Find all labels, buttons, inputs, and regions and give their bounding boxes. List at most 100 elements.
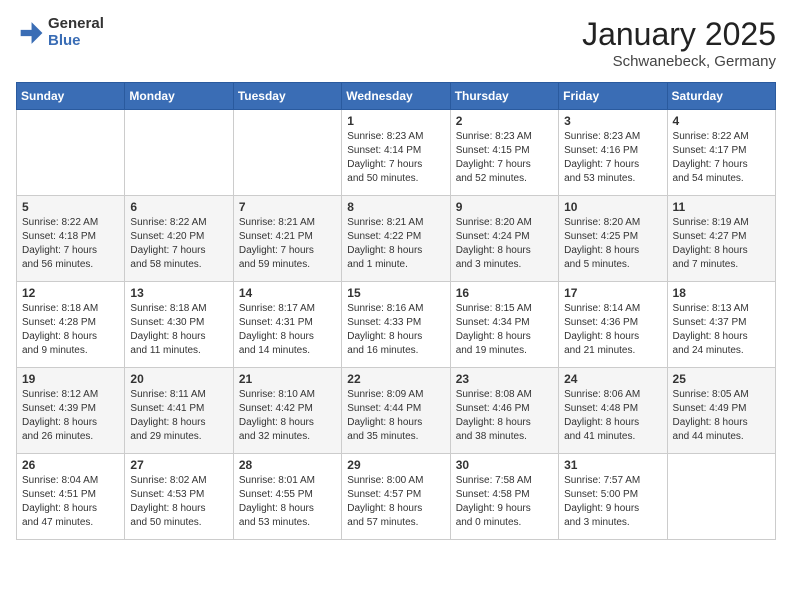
day-number: 29	[347, 458, 444, 472]
day-info: Sunrise: 8:06 AM Sunset: 4:48 PM Dayligh…	[564, 388, 661, 444]
day-number: 17	[564, 286, 661, 300]
weekday-header-friday: Friday	[559, 83, 667, 110]
calendar-cell: 4Sunrise: 8:22 AM Sunset: 4:17 PM Daylig…	[667, 110, 775, 196]
calendar-cell: 24 Sunrise: 8:06 AM Sunset: 4:48 PM Dayli…	[559, 368, 667, 454]
logo-blue-text: Blue	[48, 33, 104, 50]
calendar-cell: 16 Sunrise: 8:15 AM Sunset: 4:34 PM Dayli…	[450, 282, 558, 368]
calendar-cell: 2 Sunrise: 8:23 AM Sunset: 4:15 PM Daylig…	[450, 110, 558, 196]
calendar-cell: 8 Sunrise: 8:21 AM Sunset: 4:22 PM Daylig…	[342, 196, 450, 282]
day-info: Sunrise: 8:22 AM Sunset: 4:18 PM Dayligh…	[22, 216, 119, 272]
day-info: Sunrise: 8:16 AM Sunset: 4:33 PM Dayligh…	[347, 302, 444, 358]
day-number: 23	[456, 372, 553, 386]
day-number: 30	[456, 458, 553, 472]
day-info: Sunrise: 8:12 AM Sunset: 4:39 PM Dayligh…	[22, 388, 119, 444]
day-number: 9	[456, 200, 553, 214]
calendar-cell: 10 Sunrise: 8:20 AM Sunset: 4:25 PM Dayli…	[559, 196, 667, 282]
day-number: 15	[347, 286, 444, 300]
day-info: Sunrise: 8:09 AM Sunset: 4:44 PM Dayligh…	[347, 388, 444, 444]
weekday-header-thursday: Thursday	[450, 83, 558, 110]
calendar-cell: 17 Sunrise: 8:14 AM Sunset: 4:36 PM Dayli…	[559, 282, 667, 368]
calendar-cell: 9 Sunrise: 8:20 AM Sunset: 4:24 PM Daylig…	[450, 196, 558, 282]
day-number: 24	[564, 372, 661, 386]
day-number: 3	[564, 114, 661, 128]
week-row-5: 26 Sunrise: 8:04 AM Sunset: 4:51 PM Dayli…	[17, 454, 776, 540]
calendar-cell	[125, 110, 233, 196]
calendar-cell: 6 Sunrise: 8:22 AM Sunset: 4:20 PM Daylig…	[125, 196, 233, 282]
day-number: 16	[456, 286, 553, 300]
day-number: 18	[673, 286, 770, 300]
calendar-cell: 28 Sunrise: 8:01 AM Sunset: 4:55 PM Dayli…	[233, 454, 341, 540]
day-number: 4	[673, 114, 770, 128]
day-info: Sunrise: 8:23 AM Sunset: 4:15 PM Dayligh…	[456, 130, 553, 186]
day-info: Sunrise: 8:13 AM Sunset: 4:37 PM Dayligh…	[673, 302, 770, 358]
day-number: 7	[239, 200, 336, 214]
calendar-cell: 19Sunrise: 8:12 AM Sunset: 4:39 PM Dayli…	[17, 368, 125, 454]
weekday-header-sunday: Sunday	[17, 83, 125, 110]
calendar-cell: 30 Sunrise: 7:58 AM Sunset: 4:58 PM Dayli…	[450, 454, 558, 540]
calendar-cell: 13Sunrise: 8:18 AM Sunset: 4:30 PM Dayli…	[125, 282, 233, 368]
day-info: Sunrise: 8:23 AM Sunset: 4:14 PM Dayligh…	[347, 130, 444, 186]
day-number: 13	[130, 286, 227, 300]
weekday-header-row: SundayMondayTuesdayWednesdayThursdayFrid…	[17, 83, 776, 110]
day-info: Sunrise: 8:22 AM Sunset: 4:20 PM Dayligh…	[130, 216, 227, 272]
calendar-cell: 3 Sunrise: 8:23 AM Sunset: 4:16 PM Daylig…	[559, 110, 667, 196]
week-row-3: 12Sunrise: 8:18 AM Sunset: 4:28 PM Dayli…	[17, 282, 776, 368]
header: General Blue January 2025 Schwanebeck, G…	[16, 16, 776, 70]
calendar-cell: 14 Sunrise: 8:17 AM Sunset: 4:31 PM Dayli…	[233, 282, 341, 368]
calendar-cell: 27 Sunrise: 8:02 AM Sunset: 4:53 PM Dayli…	[125, 454, 233, 540]
day-number: 26	[22, 458, 119, 472]
logo-text: General Blue	[48, 16, 104, 49]
day-info: Sunrise: 8:20 AM Sunset: 4:24 PM Dayligh…	[456, 216, 553, 272]
calendar-cell	[17, 110, 125, 196]
day-info: Sunrise: 8:21 AM Sunset: 4:22 PM Dayligh…	[347, 216, 444, 272]
calendar-cell: 25 Sunrise: 8:05 AM Sunset: 4:49 PM Dayli…	[667, 368, 775, 454]
day-info: Sunrise: 8:15 AM Sunset: 4:34 PM Dayligh…	[456, 302, 553, 358]
day-info: Sunrise: 7:58 AM Sunset: 4:58 PM Dayligh…	[456, 474, 553, 530]
week-row-4: 19Sunrise: 8:12 AM Sunset: 4:39 PM Dayli…	[17, 368, 776, 454]
day-info: Sunrise: 8:17 AM Sunset: 4:31 PM Dayligh…	[239, 302, 336, 358]
day-number: 10	[564, 200, 661, 214]
day-number: 14	[239, 286, 336, 300]
day-number: 22	[347, 372, 444, 386]
calendar-cell: 18 Sunrise: 8:13 AM Sunset: 4:37 PM Dayli…	[667, 282, 775, 368]
calendar-cell: 26 Sunrise: 8:04 AM Sunset: 4:51 PM Dayli…	[17, 454, 125, 540]
day-number: 11	[673, 200, 770, 214]
calendar-cell: 23Sunrise: 8:08 AM Sunset: 4:46 PM Dayli…	[450, 368, 558, 454]
weekday-header-wednesday: Wednesday	[342, 83, 450, 110]
day-number: 21	[239, 372, 336, 386]
day-info: Sunrise: 8:18 AM Sunset: 4:28 PM Dayligh…	[22, 302, 119, 358]
day-info: Sunrise: 8:21 AM Sunset: 4:21 PM Dayligh…	[239, 216, 336, 272]
day-number: 6	[130, 200, 227, 214]
day-info: Sunrise: 8:11 AM Sunset: 4:41 PM Dayligh…	[130, 388, 227, 444]
day-number: 8	[347, 200, 444, 214]
calendar-cell: 21Sunrise: 8:10 AM Sunset: 4:42 PM Dayli…	[233, 368, 341, 454]
calendar-subtitle: Schwanebeck, Germany	[582, 53, 776, 70]
day-number: 25	[673, 372, 770, 386]
calendar-cell: 5 Sunrise: 8:22 AM Sunset: 4:18 PM Daylig…	[17, 196, 125, 282]
calendar-cell: 31 Sunrise: 7:57 AM Sunset: 5:00 PM Dayli…	[559, 454, 667, 540]
day-info: Sunrise: 8:23 AM Sunset: 4:16 PM Dayligh…	[564, 130, 661, 186]
day-number: 31	[564, 458, 661, 472]
day-number: 28	[239, 458, 336, 472]
weekday-header-saturday: Saturday	[667, 83, 775, 110]
day-info: Sunrise: 7:57 AM Sunset: 5:00 PM Dayligh…	[564, 474, 661, 530]
day-info: Sunrise: 8:19 AM Sunset: 4:27 PM Dayligh…	[673, 216, 770, 272]
calendar-cell: 22 Sunrise: 8:09 AM Sunset: 4:44 PM Dayli…	[342, 368, 450, 454]
day-info: Sunrise: 8:00 AM Sunset: 4:57 PM Dayligh…	[347, 474, 444, 530]
day-info: Sunrise: 8:04 AM Sunset: 4:51 PM Dayligh…	[22, 474, 119, 530]
calendar-cell	[233, 110, 341, 196]
day-number: 5	[22, 200, 119, 214]
day-info: Sunrise: 8:14 AM Sunset: 4:36 PM Dayligh…	[564, 302, 661, 358]
calendar-cell: 1 Sunrise: 8:23 AM Sunset: 4:14 PM Daylig…	[342, 110, 450, 196]
day-info: Sunrise: 8:01 AM Sunset: 4:55 PM Dayligh…	[239, 474, 336, 530]
day-number: 27	[130, 458, 227, 472]
day-info: Sunrise: 8:20 AM Sunset: 4:25 PM Dayligh…	[564, 216, 661, 272]
day-number: 2	[456, 114, 553, 128]
calendar-cell: 7 Sunrise: 8:21 AM Sunset: 4:21 PM Daylig…	[233, 196, 341, 282]
calendar-cell	[667, 454, 775, 540]
day-info: Sunrise: 8:05 AM Sunset: 4:49 PM Dayligh…	[673, 388, 770, 444]
day-info: Sunrise: 8:02 AM Sunset: 4:53 PM Dayligh…	[130, 474, 227, 530]
day-number: 1	[347, 114, 444, 128]
calendar-cell: 29 Sunrise: 8:00 AM Sunset: 4:57 PM Dayli…	[342, 454, 450, 540]
week-row-2: 5 Sunrise: 8:22 AM Sunset: 4:18 PM Daylig…	[17, 196, 776, 282]
